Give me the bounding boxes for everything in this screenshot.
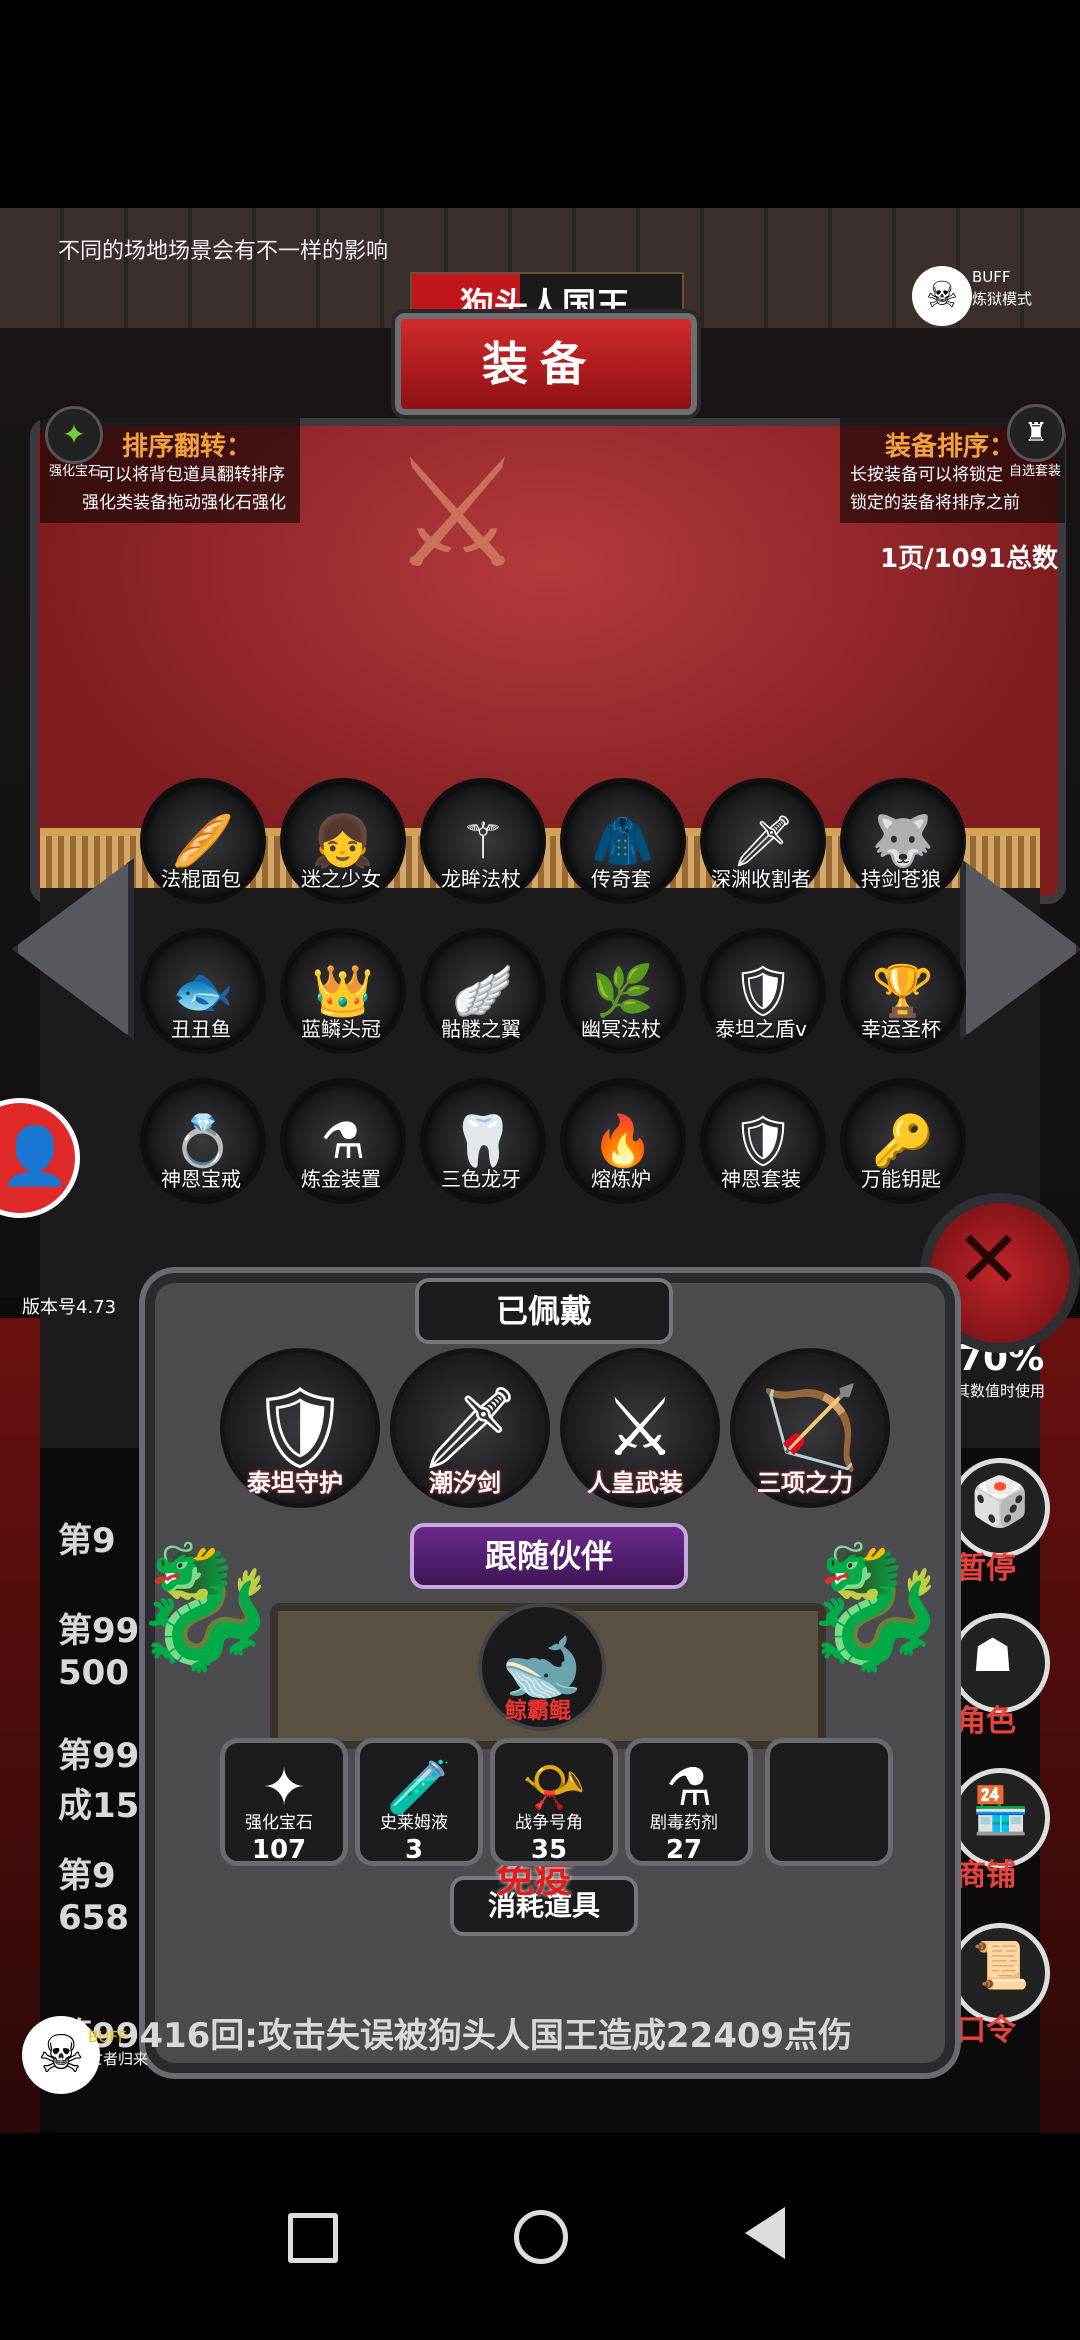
sort-flip-line-2: 强化类装备拖动强化石强化: [82, 493, 286, 513]
equipped-label: 潮汐剑: [429, 1469, 501, 1497]
consumable-count: 3: [404, 1835, 424, 1865]
dragon-right-icon: 🐉: [800, 1538, 950, 1677]
sort-flip-button[interactable]: ✦: [45, 406, 103, 464]
item-label: 龙眸法杖: [441, 867, 521, 891]
consumable-label: 战争号角: [515, 1813, 583, 1833]
skull-dragon-icon[interactable]: ☠: [912, 266, 972, 326]
recents-square-icon[interactable]: [288, 2213, 338, 2263]
log-line-8: 第99416回:攻击失误被狗头人国王造成22409点伤: [58, 2016, 853, 2056]
item-label: 持剑苍狼: [861, 867, 941, 891]
left-red-pillar: [0, 1318, 40, 2133]
sort-flip-line-1: 可以将背包道具翻转排序: [98, 465, 285, 485]
item-label: 幽冥法杖: [581, 1017, 661, 1041]
left-tool-icon-label: 强化宝石: [48, 464, 101, 479]
game-screen: 不同的场地场景会有不一样的影响 ☠ BUFF 炼狱模式 ⚔ 狗头人国王 装备 ✦…: [0, 208, 1080, 2133]
dragon-left-icon: 🐉: [130, 1538, 280, 1677]
shop-icon: 🏪: [972, 1783, 1030, 1837]
scroll-icon: 📜: [972, 1938, 1030, 1992]
pause-label: 暂停: [956, 1551, 1016, 1586]
item-label: 丑丑鱼: [171, 1017, 231, 1041]
item-label: 深渊收割者: [711, 867, 811, 891]
log-line-5: 成15: [58, 1786, 140, 1826]
crossed-swords-emblem-icon: ⚔: [390, 428, 525, 602]
log-line-1: 第9: [58, 1521, 116, 1561]
equipped-label: 三项之力: [757, 1469, 853, 1497]
item-label: 熔炼炉: [591, 1167, 651, 1191]
consumable-label: 剧毒药剂: [650, 1813, 718, 1833]
preset-set-button[interactable]: ♜: [1007, 404, 1065, 462]
item-label: 蓝鳞头冠: [301, 1017, 381, 1041]
item-label: 炼金装置: [301, 1167, 381, 1191]
item-label: 神恩宝戒: [161, 1167, 241, 1191]
item-label: 泰坦之盾v: [715, 1017, 807, 1041]
close-icon: ✕: [955, 1213, 1023, 1306]
item-label: 传奇套: [591, 867, 651, 891]
consumable-count: 35: [530, 1835, 568, 1865]
code-label: 口令: [956, 2013, 1016, 2048]
log-line-3: 500: [58, 1653, 129, 1693]
panel-title: 装备: [482, 337, 598, 391]
page-info: 1页/1091总数: [880, 544, 1058, 574]
item-label: 万能钥匙: [861, 1167, 941, 1191]
buff-bottom-label: BUFF: [88, 2028, 127, 2046]
hooded-figure-icon: ☗: [972, 1628, 1014, 1682]
item-label: 幸运圣杯: [861, 1017, 941, 1041]
consumable-count: 107: [251, 1835, 307, 1865]
equipped-label: 人皇武装: [587, 1469, 683, 1497]
companion-label: 鲸霸鲲: [504, 1699, 571, 1724]
equipped-title: 已佩戴: [415, 1278, 673, 1344]
user-icon: 👤: [0, 1124, 70, 1189]
equip-sort-line-2: 锁定的装备将排序之前: [850, 493, 1020, 513]
log-line-4: 第99: [58, 1736, 140, 1776]
item-label: 三色龙牙: [441, 1167, 521, 1191]
shop-label: 商铺: [956, 1858, 1016, 1893]
item-label: 迷之少女: [301, 867, 381, 891]
character-label: 角色: [956, 1704, 1016, 1739]
buff-bottom-text: 亡者归来: [88, 2050, 149, 2068]
empty-consumable-slot[interactable]: [765, 1738, 893, 1866]
companion-title: 跟随伙伴: [410, 1523, 688, 1589]
right-red-pillar: [1040, 1318, 1080, 2133]
consumable-count: 27: [665, 1835, 703, 1865]
navigation-bar: [0, 2133, 1080, 2340]
buff-top-label: BUFF: [972, 268, 1011, 286]
item-label: 骷髅之翼: [441, 1017, 521, 1041]
stat-note: 其数值时使用: [955, 1382, 1046, 1400]
buff-top-mode: 炼狱模式: [972, 290, 1033, 308]
equip-sort-title: 装备排序：: [885, 432, 1016, 462]
right-tool-icon-label: 自选套装: [1008, 464, 1061, 479]
item-label: 法棍面包: [161, 867, 241, 891]
log-line-6: 第9: [58, 1856, 116, 1896]
back-triangle-icon[interactable]: [745, 2207, 785, 2259]
sort-flip-title: 排序翻转：: [122, 432, 253, 462]
log-line-7: 658: [58, 1898, 129, 1938]
version-label: 版本号4.73: [22, 1297, 117, 1318]
dice-icon: 🎲: [970, 1474, 1030, 1530]
home-circle-icon[interactable]: [514, 2210, 568, 2264]
equip-sort-line-1: 长按装备可以将锁定: [850, 465, 1003, 485]
consumable-label: 史莱姆液: [380, 1813, 448, 1833]
scene-hint: 不同的场地场景会有不一样的影响: [58, 239, 389, 264]
consumable-label: 强化宝石: [245, 1813, 313, 1833]
equipped-label: 泰坦守护: [247, 1469, 343, 1497]
item-label: 神恩套装: [721, 1167, 801, 1191]
